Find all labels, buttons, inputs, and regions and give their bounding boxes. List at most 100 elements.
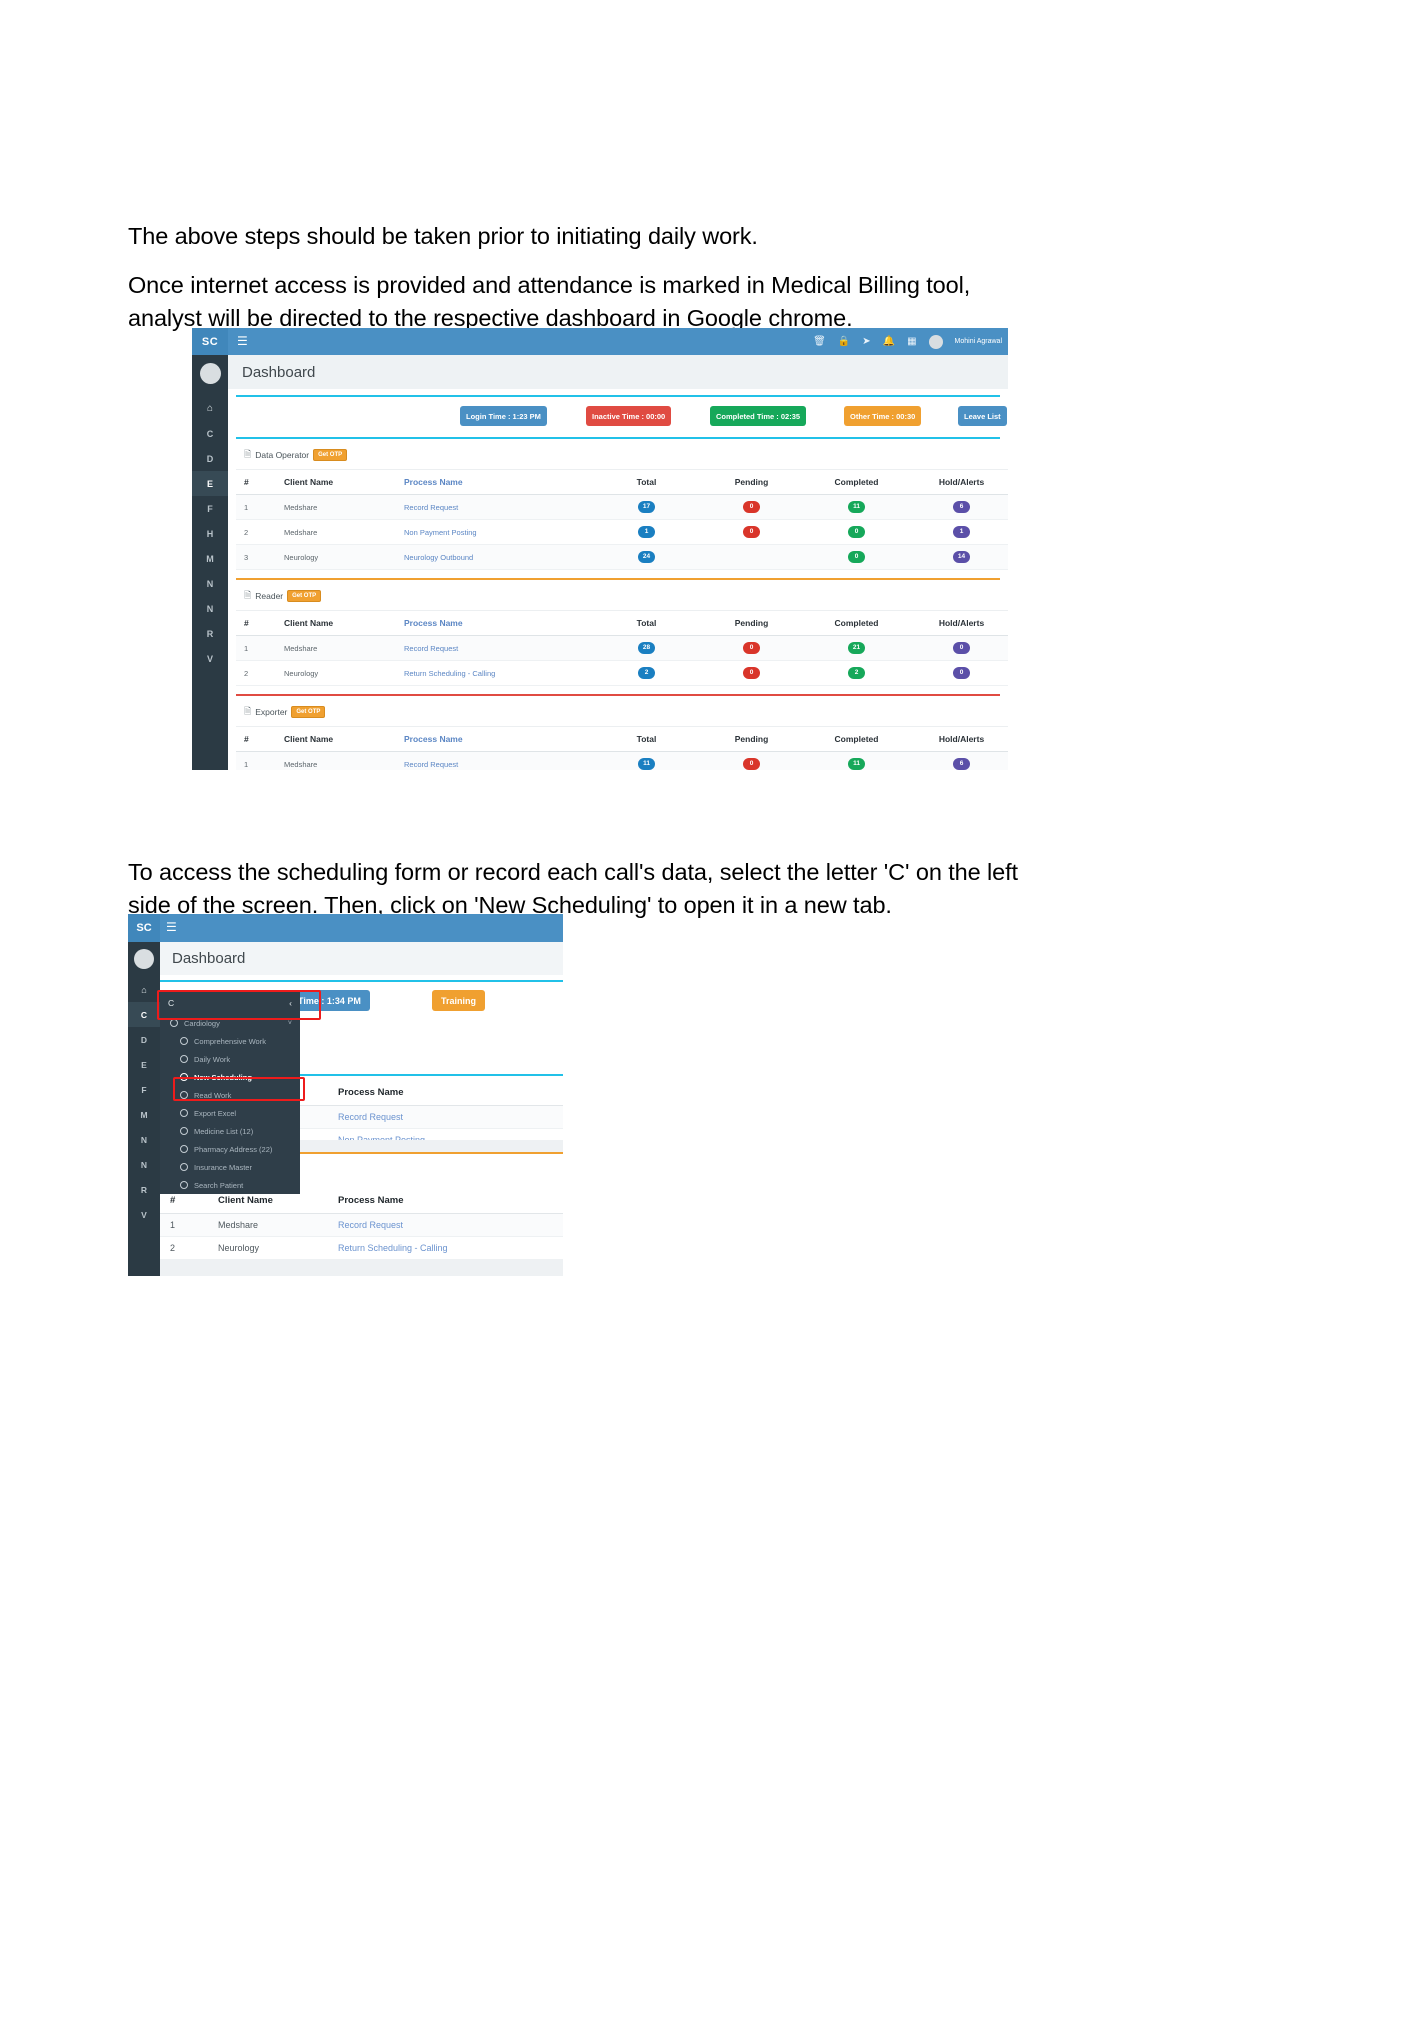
menu-item-label: New Scheduling xyxy=(194,1072,252,1082)
sidebar-item-h[interactable]: H xyxy=(192,521,228,546)
sidebar-item-n1[interactable]: N xyxy=(128,1127,160,1152)
badge-completed[interactable]: 11 xyxy=(848,758,865,770)
badge-completed[interactable]: 2 xyxy=(848,667,865,679)
sidebar-item-home[interactable]: ⌂ xyxy=(128,977,160,1002)
badge-hold[interactable]: 6 xyxy=(953,501,970,513)
panel-title-row: 🗎 Exporter Get OTP xyxy=(236,696,1000,726)
badge-pending[interactable]: 0 xyxy=(743,642,760,654)
flyout-group-cardiology[interactable]: Cardiology ˅ xyxy=(160,1014,300,1032)
user-name: Mohini Agrawal xyxy=(954,338,1002,345)
document-page: The above steps should be taken prior to… xyxy=(0,0,1428,2028)
cell-process-link[interactable]: Record Request xyxy=(338,1105,563,1129)
chip-completed-time[interactable]: Completed Time : 02:35 xyxy=(710,406,807,426)
database-icon[interactable]: ▦ xyxy=(907,336,916,347)
app-brand-logo[interactable]: SC xyxy=(128,914,160,942)
get-otp-button[interactable]: Get OTP xyxy=(287,590,322,602)
menu-item-comprehensive-work[interactable]: Comprehensive Work xyxy=(160,1032,300,1050)
chevron-left-icon[interactable]: ‹ xyxy=(289,998,292,1008)
badge-total[interactable]: 1 xyxy=(638,526,655,538)
cell-process-link[interactable]: Record Request xyxy=(404,751,594,770)
sidebar-item-e[interactable]: E xyxy=(128,1052,160,1077)
badge-hold[interactable]: 6 xyxy=(953,758,970,770)
cell-client: Medshare xyxy=(218,1213,338,1237)
badge-hold[interactable]: 0 xyxy=(953,642,970,654)
badge-pending[interactable]: 0 xyxy=(743,526,760,538)
badge-pending[interactable]: 0 xyxy=(743,501,760,513)
badge-total[interactable]: 11 xyxy=(638,758,655,770)
cell-total: 24 xyxy=(594,544,699,570)
sidebar-item-n1[interactable]: N xyxy=(192,571,228,596)
hamburger-icon[interactable]: ☰ xyxy=(237,335,248,347)
sidebar-item-c[interactable]: C xyxy=(192,421,228,446)
col-pending: Pending xyxy=(699,469,804,495)
badge-completed[interactable]: 21 xyxy=(848,642,865,654)
hamburger-icon[interactable]: ☰ xyxy=(166,921,177,933)
badge-pending[interactable]: 0 xyxy=(743,667,760,679)
chevron-down-icon[interactable]: ˅ xyxy=(288,1020,292,1027)
lock-icon[interactable]: 🔒 xyxy=(838,336,850,347)
sidebar-item-r[interactable]: R xyxy=(192,621,228,646)
menu-item-daily-work[interactable]: Daily Work xyxy=(160,1050,300,1068)
cell-process-link[interactable]: Return Scheduling - Calling xyxy=(404,660,594,686)
badge-total[interactable]: 24 xyxy=(638,551,655,563)
menu-item-medicine-list[interactable]: Medicine List (12) xyxy=(160,1122,300,1140)
sidebar-item-home[interactable]: ⌂ xyxy=(192,396,228,421)
badge-pending[interactable]: 0 xyxy=(743,758,760,770)
menu-item-insurance-master[interactable]: Insurance Master xyxy=(160,1158,300,1176)
flyout-header[interactable]: C ‹ xyxy=(160,992,300,1014)
bell-icon[interactable]: 🔔 xyxy=(883,336,895,347)
sidebar-item-n2[interactable]: N xyxy=(128,1152,160,1177)
cell-process-link[interactable]: Return Scheduling - Calling xyxy=(338,1236,563,1260)
dashboard-screenshot-2: SC ☰ ⌂ C D E F M N N R V Dashboard Login… xyxy=(128,914,563,1276)
sidebar-item-m[interactable]: M xyxy=(128,1102,160,1127)
sidebar-item-n2[interactable]: N xyxy=(192,596,228,621)
sidebar-item-f[interactable]: F xyxy=(192,496,228,521)
get-otp-button[interactable]: Get OTP xyxy=(313,449,348,461)
table-bottom: # Client Name Process Name 1 Medshare Re… xyxy=(160,1188,563,1260)
sidebar-item-r[interactable]: R xyxy=(128,1177,160,1202)
chip-leave-list[interactable]: Leave List xyxy=(958,406,1007,426)
sidebar-item-v[interactable]: V xyxy=(128,1202,160,1227)
circle-icon xyxy=(180,1127,188,1135)
cell-process-link[interactable]: Record Request xyxy=(404,635,594,661)
trash-icon[interactable]: 🗑 xyxy=(813,336,826,347)
badge-hold[interactable]: 0 xyxy=(953,667,970,679)
cell-process-link[interactable]: Record Request xyxy=(338,1213,563,1237)
badge-total[interactable]: 2 xyxy=(638,667,655,679)
sidebar-avatar[interactable] xyxy=(134,949,154,969)
sidebar-item-d[interactable]: D xyxy=(192,446,228,471)
pin-icon[interactable]: ➤ xyxy=(862,336,870,347)
cell-completed: 0 xyxy=(804,544,909,570)
menu-item-export-excel[interactable]: Export Excel xyxy=(160,1104,300,1122)
badge-hold[interactable]: 14 xyxy=(953,551,970,563)
avatar[interactable] xyxy=(928,334,943,349)
badge-completed[interactable]: 0 xyxy=(848,551,865,563)
sidebar-item-m[interactable]: M xyxy=(192,546,228,571)
chip-login-time[interactable]: Login Time : 1:23 PM xyxy=(460,406,547,426)
cell-process-link[interactable]: Record Request xyxy=(404,494,594,520)
get-otp-button[interactable]: Get OTP xyxy=(291,706,326,718)
menu-item-read-work[interactable]: Read Work xyxy=(160,1086,300,1104)
sidebar-avatar[interactable] xyxy=(199,363,221,384)
menu-item-search-patient[interactable]: Search Patient xyxy=(160,1176,300,1194)
cell-client: Medshare xyxy=(284,494,404,520)
cell-process-link[interactable]: Non Payment Posting xyxy=(404,519,594,545)
chip-training[interactable]: Training xyxy=(432,990,486,1011)
sidebar-item-f[interactable]: F xyxy=(128,1077,160,1102)
sidebar-item-v[interactable]: V xyxy=(192,646,228,671)
sidebar-item-e[interactable]: E xyxy=(192,471,228,496)
badge-completed[interactable]: 0 xyxy=(848,526,865,538)
menu-item-pharmacy-address[interactable]: Pharmacy Address (22) xyxy=(160,1140,300,1158)
badge-completed[interactable]: 11 xyxy=(848,501,865,513)
cell-process-link[interactable]: Neurology Outbound xyxy=(404,544,594,570)
sidebar-item-c[interactable]: C xyxy=(128,1002,160,1027)
menu-item-new-scheduling[interactable]: New Scheduling xyxy=(160,1068,300,1086)
badge-total[interactable]: 28 xyxy=(638,642,655,654)
app-brand-logo[interactable]: SC xyxy=(192,328,228,355)
badge-hold[interactable]: 1 xyxy=(953,526,970,538)
sidebar-item-d[interactable]: D xyxy=(128,1027,160,1052)
chip-inactive-time[interactable]: Inactive Time : 00:00 xyxy=(586,406,672,426)
badge-total[interactable]: 17 xyxy=(638,501,655,513)
chip-other-time[interactable]: Other Time : 00:30 xyxy=(844,406,922,426)
table-row: 2 Neurology Return Scheduling - Calling … xyxy=(236,660,1008,686)
